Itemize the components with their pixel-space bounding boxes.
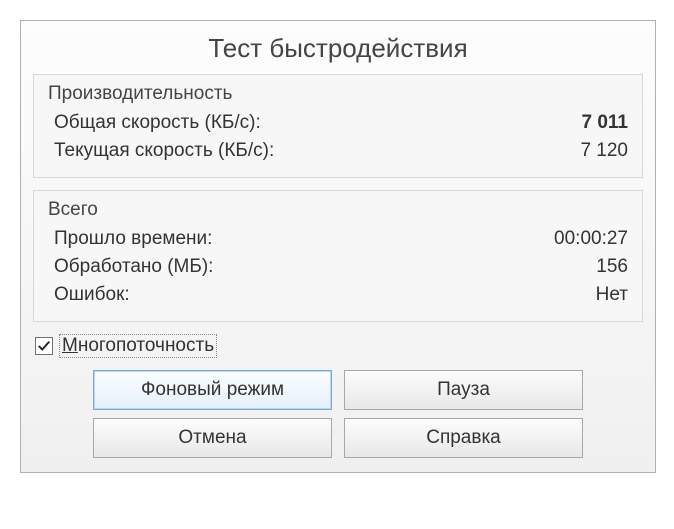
background-mode-button[interactable]: Фоновый режим: [93, 370, 332, 410]
performance-test-dialog: Тест быстродействия Производительность О…: [20, 20, 656, 473]
performance-heading: Производительность: [48, 83, 628, 105]
elapsed-value: 00:00:27: [554, 228, 628, 250]
overall-speed-label: Общая скорость (КБ/с):: [54, 112, 261, 134]
current-speed-row: Текущая скорость (КБ/с): 7 120: [48, 137, 628, 165]
elapsed-row: Прошло времени: 00:00:27: [48, 225, 628, 253]
multithreading-checkbox[interactable]: [35, 337, 53, 355]
processed-value: 156: [596, 256, 628, 278]
errors-label: Ошибок:: [54, 284, 130, 306]
errors-row: Ошибок: Нет: [48, 281, 628, 309]
elapsed-label: Прошло времени:: [54, 228, 212, 250]
errors-value: Нет: [596, 284, 628, 306]
total-heading: Всего: [48, 199, 628, 221]
overall-speed-value: 7 011: [582, 112, 629, 134]
current-speed-label: Текущая скорость (КБ/с):: [54, 140, 274, 162]
overall-speed-row: Общая скорость (КБ/с): 7 011: [48, 109, 628, 137]
processed-row: Обработано (МБ): 156: [48, 253, 628, 281]
current-speed-value: 7 120: [580, 140, 628, 162]
help-button[interactable]: Справка: [344, 418, 583, 458]
multithreading-checkbox-row[interactable]: Многопоточность: [35, 334, 643, 358]
cancel-button[interactable]: Отмена: [93, 418, 332, 458]
pause-button[interactable]: Пауза: [344, 370, 583, 410]
processed-label: Обработано (МБ):: [54, 256, 213, 278]
dialog-title: Тест быстродействия: [33, 27, 643, 74]
checkmark-icon: [37, 339, 51, 353]
total-panel: Всего Прошло времени: 00:00:27 Обработан…: [33, 190, 643, 322]
multithreading-label: Многопоточность: [59, 334, 217, 358]
performance-panel: Производительность Общая скорость (КБ/с)…: [33, 74, 643, 178]
button-grid: Фоновый режим Пауза Отмена Справка: [93, 370, 583, 458]
